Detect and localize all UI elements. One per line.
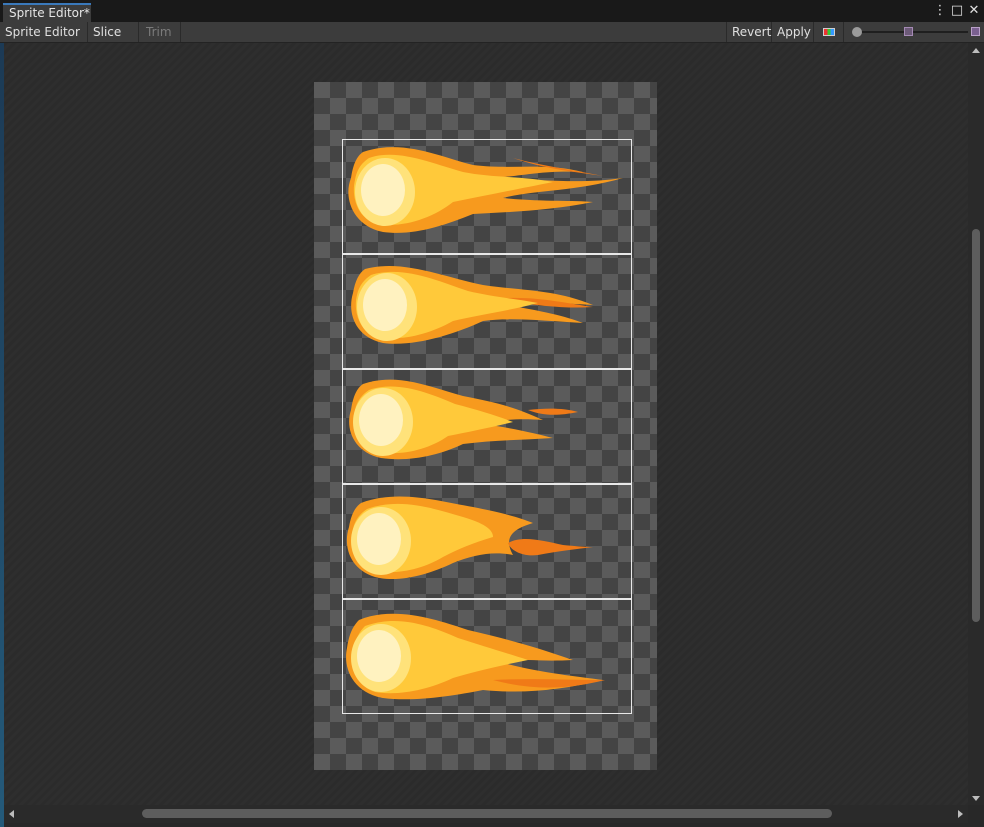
zoom-slider-handle[interactable] bbox=[852, 27, 862, 37]
sprite-slice[interactable] bbox=[342, 139, 632, 254]
scroll-left-arrow-icon[interactable] bbox=[9, 810, 14, 818]
sprite-slice[interactable] bbox=[342, 599, 632, 714]
fireball-frame-1-image bbox=[348, 147, 623, 233]
revert-button[interactable]: Revert bbox=[726, 22, 772, 42]
apply-button[interactable]: Apply bbox=[772, 22, 814, 42]
close-icon[interactable]: ✕ bbox=[966, 3, 982, 19]
slice-dropdown[interactable]: Slice bbox=[88, 22, 139, 55]
sprite-sheet-texture bbox=[314, 82, 657, 770]
toolbar: Sprite Editor Slice Trim Revert Apply bbox=[0, 22, 984, 55]
horizontal-scrollbar[interactable] bbox=[4, 805, 968, 823]
tab-bar: Sprite Editor* ⋮ □ ✕ bbox=[0, 0, 984, 22]
rgb-channel-button[interactable] bbox=[814, 22, 844, 42]
sprite-slice[interactable] bbox=[342, 254, 632, 369]
sprite-editor-dropdown-label: Sprite Editor bbox=[5, 25, 80, 39]
more-options-icon[interactable]: ⋮ bbox=[932, 3, 948, 19]
sprite-slice[interactable] bbox=[342, 484, 632, 599]
tab-sprite-editor[interactable]: Sprite Editor* bbox=[3, 3, 91, 22]
slice-dropdown-label: Slice bbox=[93, 25, 122, 39]
rgb-channel-icon bbox=[823, 28, 835, 36]
vertical-scrollbar-thumb[interactable] bbox=[972, 229, 980, 622]
sprite-slice[interactable] bbox=[342, 369, 632, 484]
scroll-up-arrow-icon[interactable] bbox=[972, 48, 980, 53]
vertical-scrollbar[interactable] bbox=[968, 43, 984, 805]
sprite-editor-dropdown[interactable]: Sprite Editor bbox=[0, 22, 88, 55]
scroll-down-arrow-icon[interactable] bbox=[972, 796, 980, 801]
scroll-right-arrow-icon[interactable] bbox=[958, 810, 963, 818]
mip-level-slider-track[interactable] bbox=[916, 31, 968, 33]
sprite-editor-window: Sprite Editor* ⋮ □ ✕ Sprite Editor Slice… bbox=[0, 0, 984, 827]
maximize-icon[interactable]: □ bbox=[949, 3, 965, 19]
trim-button[interactable]: Trim bbox=[139, 22, 181, 42]
horizontal-scrollbar-thumb[interactable] bbox=[142, 809, 832, 818]
mip-level-slider-handle[interactable] bbox=[904, 27, 913, 36]
fireball-frame-3-image bbox=[349, 379, 578, 460]
fireball-frame-4-image bbox=[346, 496, 593, 580]
fireball-frame-2-image bbox=[351, 266, 593, 344]
fireball-frame-5-image bbox=[346, 613, 605, 700]
sprite-canvas-viewport[interactable] bbox=[4, 43, 968, 805]
mip-level-icon bbox=[971, 27, 980, 36]
